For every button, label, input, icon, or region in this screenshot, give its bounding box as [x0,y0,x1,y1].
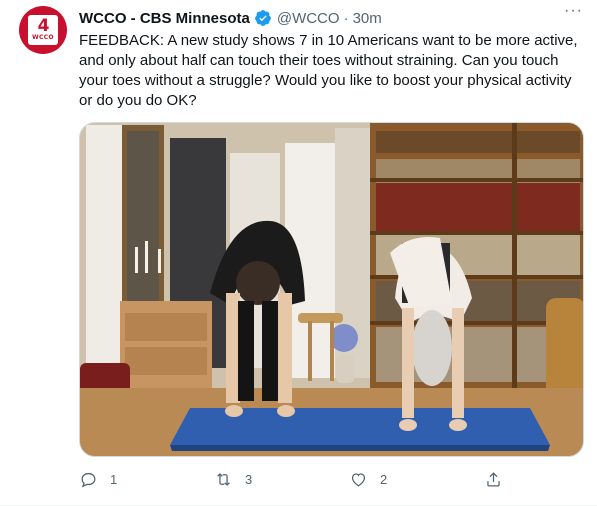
retweet-button[interactable]: 3 [214,470,252,489]
avatar[interactable]: 4 WCCO [19,6,67,54]
heart-icon [351,473,366,487]
like-count: 2 [380,472,388,487]
more-options-icon[interactable]: ··· [564,2,583,20]
tweet[interactable]: 4 WCCO WCCO - CBS Minnesota @WCCO · 30m … [0,0,597,506]
tweet-timestamp[interactable]: 30m [353,10,382,27]
like-button[interactable]: 2 [349,470,387,489]
tweet-header: WCCO - CBS Minnesota @WCCO · 30m [79,8,585,28]
retweet-icon [217,473,230,486]
tweet-text: FEEDBACK: A new study shows 7 in 10 Amer… [79,32,578,109]
verified-badge-icon [254,10,271,26]
reply-icon [81,472,96,488]
share-button[interactable] [484,470,503,489]
channel-logo: 4 WCCO [28,15,58,45]
meta-separator: · [343,9,349,27]
retweet-count: 3 [245,472,253,487]
share-icon [487,472,500,487]
channel-call-letters: WCCO [32,34,54,41]
author-name[interactable]: WCCO - CBS Minnesota [79,10,250,27]
author-handle[interactable]: @WCCO [277,10,340,27]
reply-button[interactable]: 1 [79,470,117,489]
tweet-photo[interactable] [79,122,584,457]
photo-two-women-stretching [80,123,583,456]
reply-count: 1 [110,472,118,487]
channel-number: 4 [37,16,50,36]
tweet-actions: 1 3 2 [79,470,509,492]
